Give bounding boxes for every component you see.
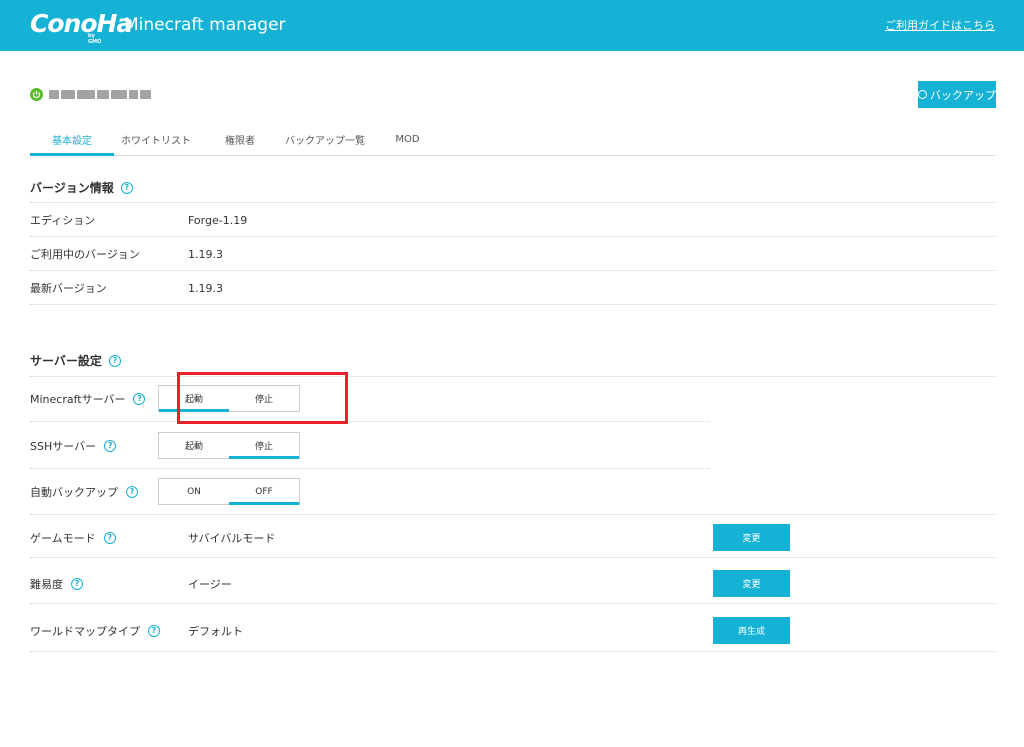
tab-mod[interactable]: MOD — [385, 123, 430, 156]
current-version-label: ご利用中のバージョン — [30, 248, 140, 261]
tab-operators[interactable]: 権限者 — [210, 123, 270, 156]
world-map-type-label: ワールドマップタイプ ? — [30, 612, 160, 650]
world-map-type-value: デフォルト — [188, 625, 243, 638]
edition-value: Forge-1.19 — [188, 213, 248, 227]
row-world-map-type: ワールドマップタイプ ? デフォルト — [30, 612, 996, 652]
difficulty-value: イージー — [188, 578, 232, 591]
edition-label: エディション — [30, 214, 96, 227]
game-mode-label: ゲームモード ? — [30, 520, 116, 556]
game-mode-value: サバイバルモード — [188, 532, 276, 545]
row-difficulty: 難易度 ? イージー — [30, 566, 996, 604]
auto-backup-toggle: ON OFF — [158, 478, 300, 505]
latest-version-label: 最新バージョン — [30, 282, 107, 295]
difficulty-change-button[interactable]: 変更 — [713, 570, 790, 597]
world-map-regenerate-button[interactable]: 再生成 — [713, 617, 790, 644]
backup-button-label: バックアップ — [930, 88, 996, 102]
help-icon[interactable]: ? — [126, 486, 138, 498]
ssh-server-label: SSHサーバー ? — [30, 429, 117, 463]
power-icon — [30, 87, 43, 101]
app-title: Minecraft manager — [124, 15, 286, 35]
game-mode-change-button[interactable]: 変更 — [713, 524, 790, 551]
help-icon[interactable]: ? — [104, 440, 117, 452]
row-edition: エディション Forge-1.19 — [30, 203, 996, 237]
user-guide-link[interactable]: ご利用ガイドはこちら — [885, 17, 995, 33]
help-icon[interactable]: ? — [71, 578, 83, 590]
settings-tabs: 基本設定 ホワイトリスト 権限者 バックアップ一覧 MOD — [30, 123, 996, 156]
row-ssh-server: SSHサーバー ? — [30, 429, 710, 469]
difficulty-label: 難易度 ? — [30, 566, 83, 602]
row-minecraft-server: Minecraftサーバー ? — [30, 382, 710, 422]
latest-version-value: 1.19.3 — [188, 281, 223, 295]
current-version-value: 1.19.3 — [188, 247, 223, 261]
row-latest-version: 最新バージョン 1.19.3 — [30, 271, 996, 305]
backup-button[interactable]: バックアップ — [918, 81, 996, 108]
help-icon[interactable]: ? — [103, 532, 116, 544]
ssh-server-toggle: 起動 停止 — [158, 432, 300, 459]
help-icon[interactable]: ? — [108, 354, 121, 367]
tab-whitelist[interactable]: ホワイトリスト — [114, 123, 198, 156]
tab-backup-list[interactable]: バックアップ一覧 — [280, 123, 370, 156]
logo-sub: by GMO — [88, 33, 102, 45]
server-settings-title: サーバー設定 ? — [30, 352, 121, 369]
auto-backup-on[interactable]: ON — [159, 479, 229, 504]
version-info-title: バージョン情報 ? — [30, 179, 133, 196]
server-status-line — [30, 87, 151, 101]
logo-mark: ConoHa — [30, 9, 133, 38]
row-game-mode: ゲームモード ? サバイバルモード — [30, 520, 996, 558]
auto-backup-label: 自動バックアップ ? — [30, 475, 138, 509]
ssh-server-start[interactable]: 起動 — [159, 433, 229, 458]
help-icon[interactable]: ? — [120, 181, 133, 194]
help-icon[interactable]: ? — [133, 393, 146, 405]
backup-icon — [918, 90, 927, 99]
top-bar: ConoHa by GMO Minecraft manager ご利用ガイドはこ… — [0, 0, 1024, 51]
highlight-box — [177, 372, 348, 424]
help-icon[interactable]: ? — [148, 625, 160, 637]
tab-basic-settings[interactable]: 基本設定 — [30, 123, 114, 156]
row-current-version: ご利用中のバージョン 1.19.3 — [30, 237, 996, 271]
auto-backup-off[interactable]: OFF — [229, 479, 299, 505]
minecraft-server-label: Minecraftサーバー ? — [30, 382, 146, 416]
server-name-redacted — [49, 88, 151, 100]
ssh-server-stop[interactable]: 停止 — [229, 433, 299, 459]
